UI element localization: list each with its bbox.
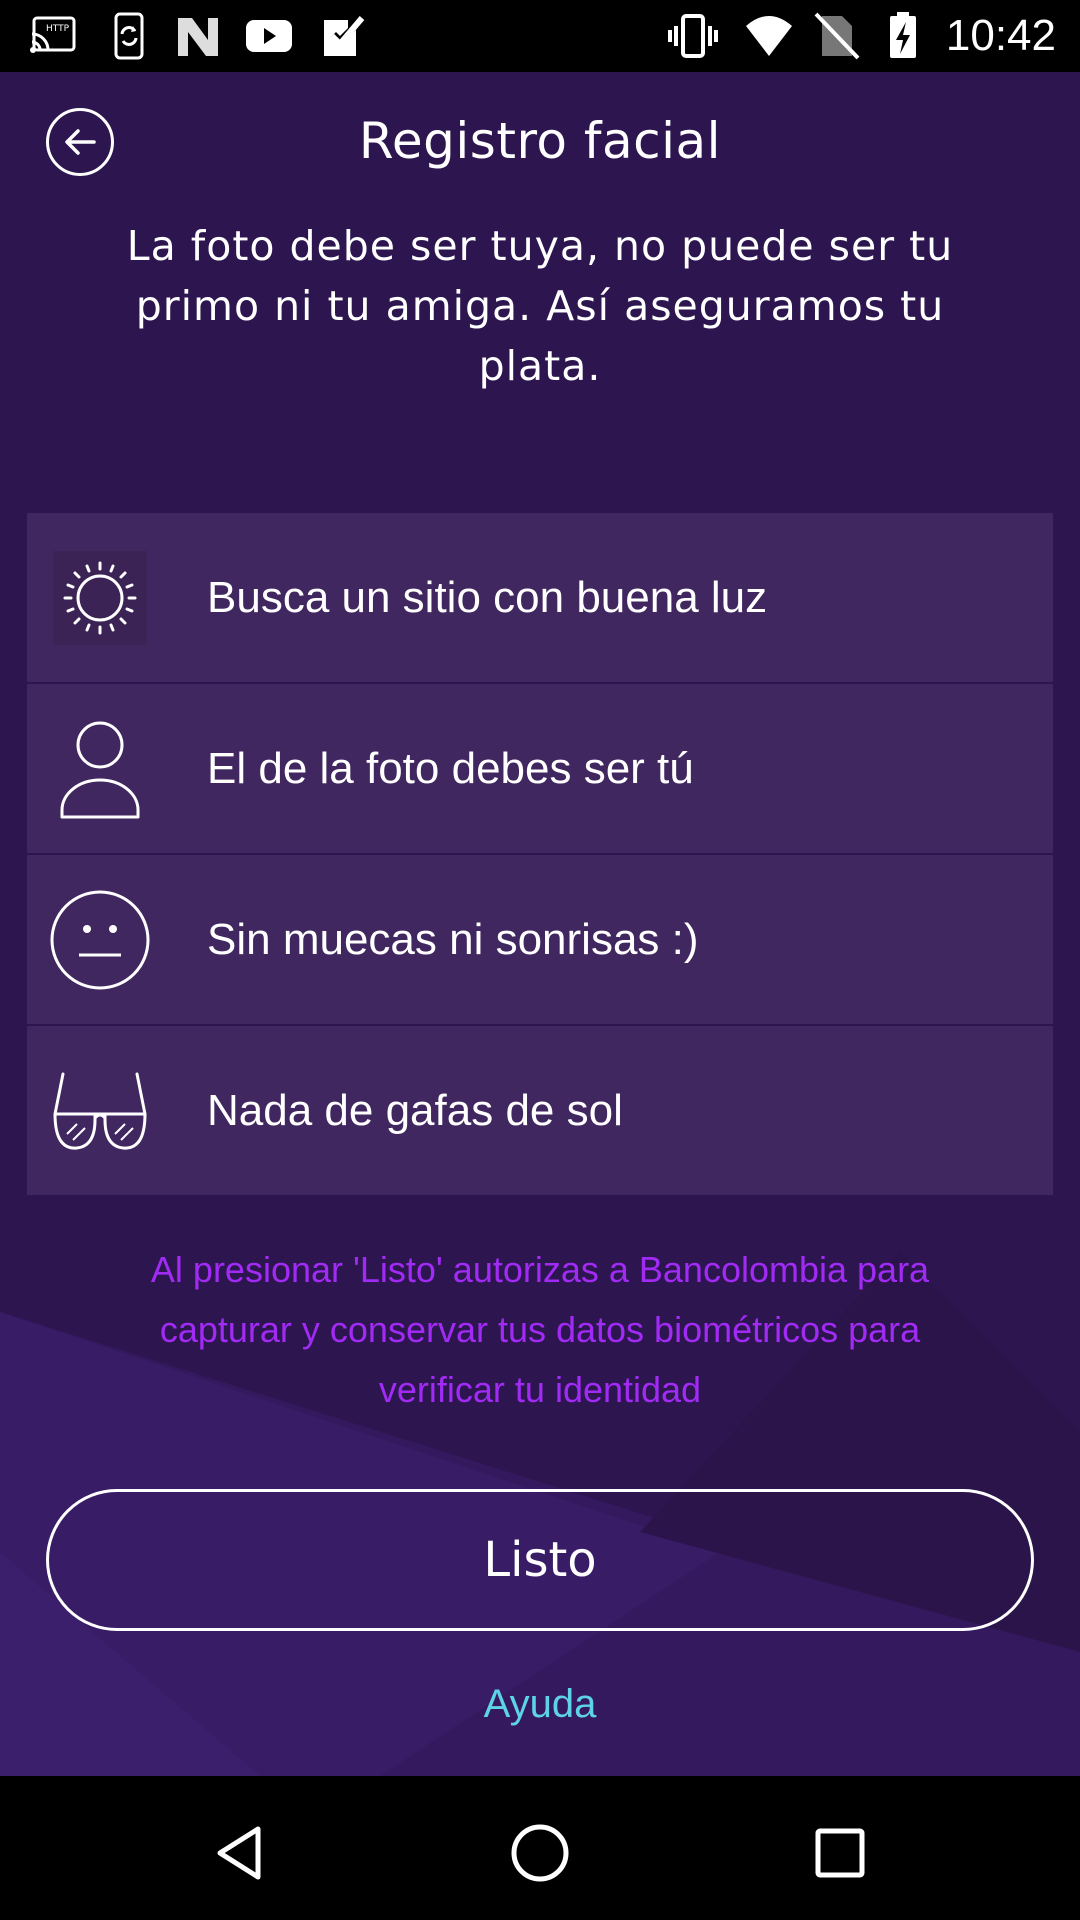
status-bar: HTTP 10:42 xyxy=(0,0,1080,72)
sunglasses-icon xyxy=(49,1060,151,1162)
tip-item-expression: Sin muecas ni sonrisas :) xyxy=(27,855,1053,1024)
tip-item-sunglasses: Nada de gafas de sol xyxy=(27,1026,1053,1195)
tip-label-person: El de la foto debes ser tú xyxy=(207,743,694,793)
n-icon xyxy=(174,12,224,60)
sun-icon xyxy=(49,547,151,649)
home-circle-icon[interactable] xyxy=(505,1818,575,1888)
neutral-face-icon xyxy=(49,889,151,991)
back-triangle-icon[interactable] xyxy=(205,1818,275,1888)
consent-text: Al presionar 'Listo' autorizas a Bancolo… xyxy=(150,1249,930,1410)
tip-label-expression: Sin muecas ni sonrisas :) xyxy=(207,914,699,964)
wifi-icon xyxy=(744,12,794,60)
recents-square-icon[interactable] xyxy=(805,1818,875,1888)
status-time: 10:42 xyxy=(945,11,1056,60)
youtube-icon xyxy=(244,12,294,60)
vibrate-icon xyxy=(668,12,718,60)
back-button[interactable] xyxy=(46,108,114,176)
tip-label-sunglasses: Nada de gafas de sol xyxy=(207,1085,623,1135)
page-title: Registro facial xyxy=(358,112,722,170)
tip-label-lighting: Busca un sitio con buena luz xyxy=(207,572,768,622)
back-arrow-icon xyxy=(65,129,96,155)
person-icon xyxy=(49,718,151,820)
listo-button[interactable]: Listo xyxy=(46,1489,1034,1631)
subtitle: La foto debe ser tuya, no puede ser tu p… xyxy=(126,222,954,390)
screen: HTTP 10:42 Registro facial La foto debe … xyxy=(0,0,1080,1920)
no-sim-icon xyxy=(812,12,862,60)
svg-text:HTTP: HTTP xyxy=(46,24,70,34)
tip-item-person: El de la foto debes ser tú xyxy=(27,684,1053,853)
navigation-bar xyxy=(0,1776,1080,1920)
cast-icon: HTTP xyxy=(28,12,78,60)
sync-phone-icon xyxy=(104,12,154,60)
tips-list: Busca un sitio con buena luz El de la fo… xyxy=(27,513,1053,1197)
task-check-icon xyxy=(318,12,368,60)
help-link[interactable]: Ayuda xyxy=(0,1676,1080,1732)
battery-charging-icon xyxy=(878,12,928,60)
tip-item-lighting: Busca un sitio con buena luz xyxy=(27,513,1053,682)
